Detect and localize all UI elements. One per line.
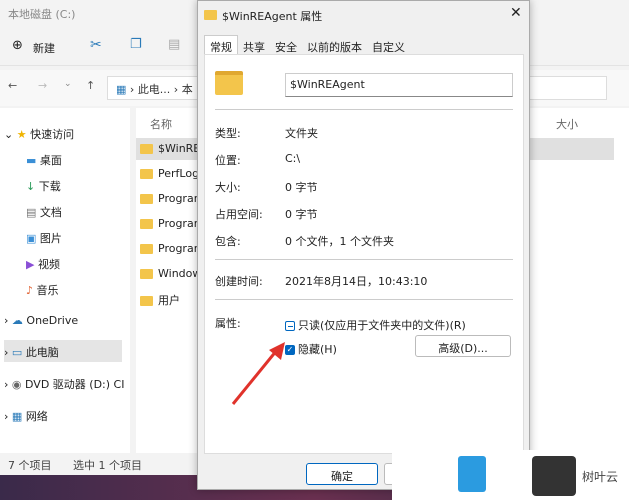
breadcrumb-item[interactable]: 本 <box>182 83 193 96</box>
sidebar-item-network[interactable]: › ▦ 网络 <box>4 404 129 426</box>
type-value: 文件夹 <box>285 127 318 140</box>
folder-icon <box>204 10 217 20</box>
folder-name-input[interactable]: $WinREAgent <box>285 73 513 97</box>
sidebar-item-this-pc[interactable]: › ▭ 此电脑 <box>4 340 122 362</box>
readonly-checkbox[interactable]: 只读(仅应用于文件夹中的文件)(R) <box>285 317 466 333</box>
type-label: 类型: <box>215 127 241 140</box>
folder-icon <box>140 169 153 179</box>
cut-icon[interactable]: ✂ <box>90 37 102 53</box>
selected-count: 选中 1 个项目 <box>73 459 142 472</box>
contains-value: 0 个文件，1 个文件夹 <box>285 235 394 248</box>
sidebar: ⌄ ★ 快速访问 ▬ 桌面 ↓ 下载 ▤ 文档 ▣ 图片 ▶ 视频 ♪ 音乐 ›… <box>0 108 130 453</box>
chevron-down-icon[interactable]: ⌄ <box>64 79 72 89</box>
folder-icon <box>140 244 153 254</box>
sidebar-item-quick-access[interactable]: ⌄ ★ 快速访问 <box>4 122 129 144</box>
close-icon[interactable]: ✕ <box>510 5 522 21</box>
sidebar-item-music[interactable]: ♪ 音乐 <box>26 278 151 300</box>
up-icon[interactable]: ↑ <box>86 79 95 92</box>
dialog-title: $WinREAgent 属性 <box>222 10 323 23</box>
location-value: C:\ <box>285 152 301 165</box>
watermark-text: 树叶云 <box>582 470 619 484</box>
sidebar-item-pictures[interactable]: ▣ 图片 <box>26 226 151 248</box>
watermark: 树叶云 <box>392 450 629 500</box>
drive-icon: ▦ <box>116 83 127 96</box>
attributes-label: 属性: <box>215 317 241 330</box>
general-panel: $WinREAgent 类型: 文件夹 位置: C:\ 大小: 0 字节 占用空间: 0… <box>204 54 524 454</box>
item-count: 7 个项目 <box>8 459 52 472</box>
sidebar-item-dvd[interactable]: › ◉ DVD 驱动器 (D:) CI <box>4 372 129 394</box>
folder-icon <box>140 144 153 154</box>
plus-icon: ⊕ <box>12 38 23 53</box>
red-arrow-annotation <box>231 342 285 405</box>
location-label: 位置: <box>215 154 241 167</box>
folder-icon <box>140 296 153 306</box>
ok-button[interactable]: 确定 <box>306 463 378 485</box>
created-label: 创建时间: <box>215 275 263 288</box>
tab-bar: 常规 共享 安全 以前的版本 自定义 <box>204 35 410 58</box>
size-value: 0 字节 <box>285 181 318 194</box>
sidebar-item-documents[interactable]: ▤ 文档 <box>26 200 151 222</box>
properties-dialog: $WinREAgent 属性 ✕ 常规 共享 安全 以前的版本 自定义 $WinREAg… <box>197 0 530 490</box>
folder-icon <box>140 219 153 229</box>
forward-icon[interactable]: → <box>38 79 47 92</box>
back-icon[interactable]: ← <box>8 79 17 92</box>
folder-large-icon <box>215 71 243 95</box>
paste-icon[interactable]: ▤ <box>168 37 180 52</box>
size-label: 大小: <box>215 181 241 194</box>
column-header-size[interactable]: 大小 <box>556 116 578 132</box>
sidebar-item-videos[interactable]: ▶ 视频 <box>26 252 151 274</box>
disk-size-value: 0 字节 <box>285 208 318 221</box>
copy-icon[interactable]: ❐ <box>130 37 142 52</box>
new-button[interactable]: 新建 <box>33 40 55 56</box>
created-value: 2021年8月14日，10:43:10 <box>285 275 428 288</box>
sidebar-item-desktop[interactable]: ▬ 桌面 <box>26 148 151 170</box>
breadcrumb-item[interactable]: 此电... <box>138 83 171 96</box>
folder-icon <box>140 194 153 204</box>
advanced-button[interactable]: 高级(D)... <box>415 335 511 357</box>
sidebar-item-onedrive[interactable]: › ☁ OneDrive <box>4 310 129 332</box>
folder-icon <box>140 269 153 279</box>
contains-label: 包含: <box>215 235 241 248</box>
disk-size-label: 占用空间: <box>215 208 263 221</box>
sidebar-item-downloads[interactable]: ↓ 下载 <box>26 174 151 196</box>
watermark-badge <box>532 456 576 496</box>
column-header-name[interactable]: 名称 <box>150 116 172 132</box>
watermark-logo-icon <box>458 456 486 492</box>
